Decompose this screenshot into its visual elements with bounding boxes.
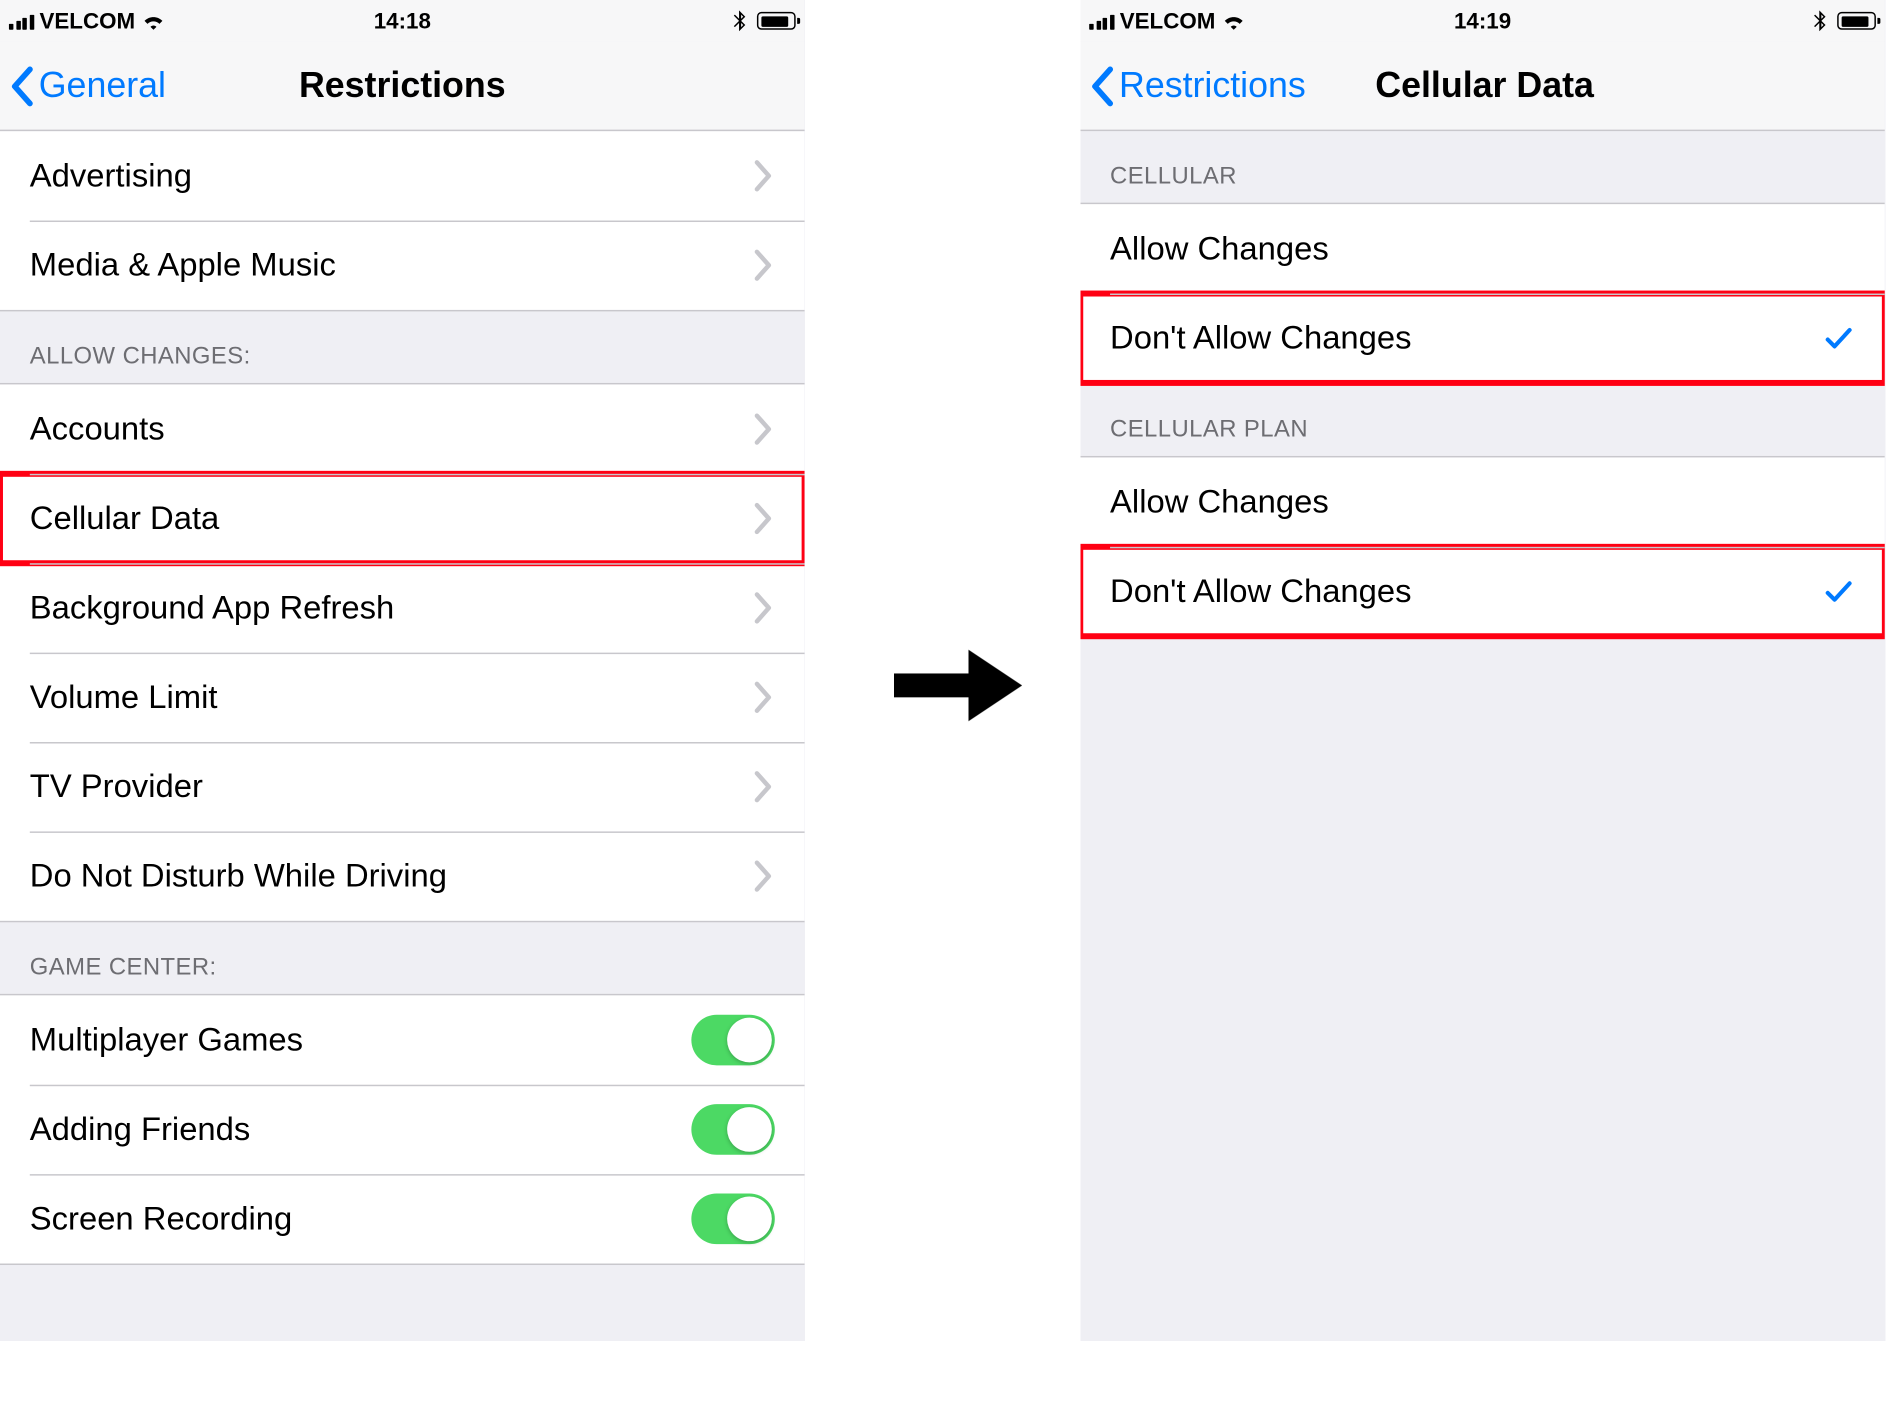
row-label: Don't Allow Changes: [1110, 572, 1822, 611]
settings-group: Multiplayer Games Adding Friends Screen …: [0, 994, 805, 1265]
checkmark-icon: [1822, 575, 1855, 608]
row-label: Allow Changes: [1110, 483, 1855, 522]
bluetooth-icon: [727, 10, 751, 31]
chevron-right-icon: [751, 159, 775, 192]
settings-group: Accounts Cellular Data Background App Re…: [0, 383, 805, 922]
row-label: Do Not Disturb While Driving: [30, 857, 751, 896]
row-label: Advertising: [30, 156, 751, 195]
chevron-right-icon: [751, 681, 775, 714]
section-header-allow-changes: ALLOW CHANGES:: [0, 311, 805, 383]
cellular-data-screen: VELCOM 14:19 Restrictions Cellular Data …: [1080, 0, 1885, 1341]
row-background-app-refresh[interactable]: Background App Refresh: [0, 563, 805, 652]
chevron-right-icon: [751, 770, 775, 803]
nav-bar: General Restrictions: [0, 42, 805, 131]
row-volume-limit[interactable]: Volume Limit: [0, 653, 805, 742]
row-dont-allow-changes[interactable]: Don't Allow Changes: [1080, 294, 1885, 383]
row-media-apple-music[interactable]: Media & Apple Music: [0, 221, 805, 310]
chevron-right-icon: [751, 249, 775, 282]
row-label: Media & Apple Music: [30, 246, 751, 285]
row-accounts[interactable]: Accounts: [0, 384, 805, 473]
row-advertising[interactable]: Advertising: [0, 131, 805, 220]
battery-icon: [757, 12, 796, 30]
row-label: Cellular Data: [30, 499, 751, 538]
row-screen-recording[interactable]: Screen Recording: [0, 1174, 805, 1263]
row-do-not-disturb-driving[interactable]: Do Not Disturb While Driving: [0, 831, 805, 920]
chevron-right-icon: [751, 860, 775, 893]
carrier-label: VELCOM: [1120, 8, 1216, 33]
transition-arrow-icon: [894, 641, 1022, 738]
row-label: TV Provider: [30, 767, 751, 806]
row-allow-changes[interactable]: Allow Changes: [1080, 457, 1885, 546]
toggle-switch[interactable]: [691, 1193, 774, 1244]
back-label: Restrictions: [1119, 65, 1306, 107]
row-tv-provider[interactable]: TV Provider: [0, 742, 805, 831]
wifi-icon: [1221, 10, 1245, 31]
row-label: Background App Refresh: [30, 589, 751, 628]
nav-bar: Restrictions Cellular Data: [1080, 42, 1885, 131]
carrier-label: VELCOM: [39, 8, 135, 33]
back-label: General: [39, 65, 166, 107]
signal-icon: [1089, 12, 1114, 30]
chevron-right-icon: [751, 502, 775, 535]
row-cellular-data[interactable]: Cellular Data: [0, 474, 805, 563]
battery-icon: [1837, 12, 1876, 30]
status-bar: VELCOM 14:19: [1080, 0, 1885, 42]
back-button[interactable]: Restrictions: [1080, 65, 1306, 107]
row-multiplayer-games[interactable]: Multiplayer Games: [0, 995, 805, 1084]
settings-group: Allow Changes Don't Allow Changes: [1080, 203, 1885, 385]
settings-group: Advertising Media & Apple Music: [0, 131, 805, 311]
chevron-left-icon: [1089, 65, 1116, 107]
row-label: Volume Limit: [30, 678, 751, 717]
toggle-switch[interactable]: [691, 1015, 774, 1066]
wifi-icon: [141, 10, 165, 31]
row-label: Allow Changes: [1110, 229, 1855, 268]
section-header-cellular: CELLULAR: [1080, 131, 1885, 203]
bluetooth-icon: [1807, 10, 1831, 31]
settings-group: Allow Changes Don't Allow Changes: [1080, 456, 1885, 638]
chevron-left-icon: [9, 65, 36, 107]
row-label: Don't Allow Changes: [1110, 319, 1822, 358]
row-dont-allow-changes[interactable]: Don't Allow Changes: [1080, 547, 1885, 636]
row-label: Multiplayer Games: [30, 1021, 692, 1060]
chevron-right-icon: [751, 413, 775, 446]
back-button[interactable]: General: [0, 65, 166, 107]
section-header-game-center: GAME CENTER:: [0, 922, 805, 994]
row-label: Accounts: [30, 410, 751, 449]
row-adding-friends[interactable]: Adding Friends: [0, 1085, 805, 1174]
toggle-switch[interactable]: [691, 1104, 774, 1155]
row-label: Screen Recording: [30, 1199, 692, 1238]
checkmark-icon: [1822, 322, 1855, 355]
row-allow-changes[interactable]: Allow Changes: [1080, 204, 1885, 293]
chevron-right-icon: [751, 592, 775, 625]
row-label: Adding Friends: [30, 1110, 692, 1149]
restrictions-screen: VELCOM 14:18 General Restrictions Advert…: [0, 0, 805, 1341]
section-header-cellular-plan: CELLULAR PLAN: [1080, 384, 1885, 456]
status-bar: VELCOM 14:18: [0, 0, 805, 42]
signal-icon: [9, 12, 34, 30]
